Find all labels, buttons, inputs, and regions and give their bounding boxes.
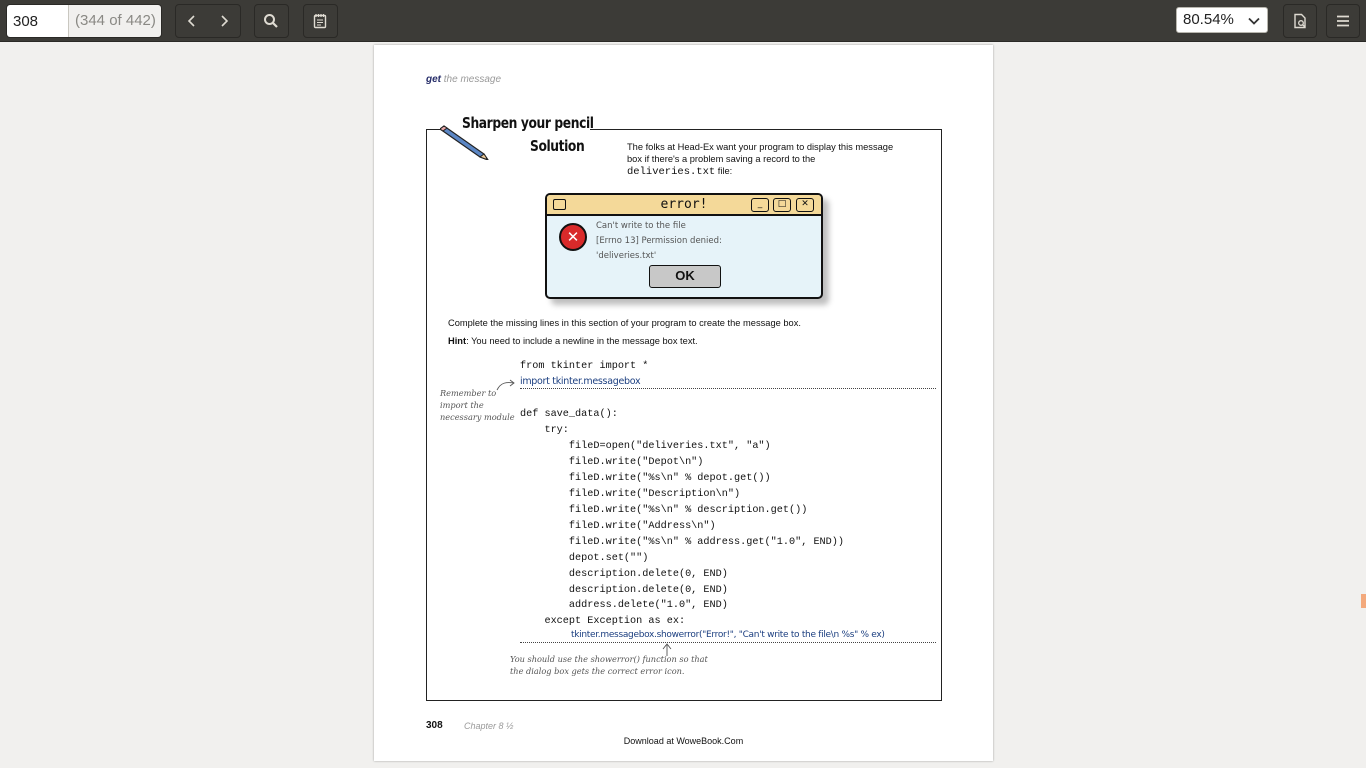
main-menu-button[interactable] <box>1327 5 1359 37</box>
maximize-icon: □ <box>773 198 791 212</box>
previous-page-button[interactable] <box>176 5 208 37</box>
hint-label: Hint <box>448 336 467 346</box>
code-line: from tkinter import * <box>520 361 649 372</box>
arrow-icon <box>496 379 515 391</box>
hint-text: Hint: You need to include a newline in t… <box>448 336 698 346</box>
running-head-bold: get <box>426 74 441 85</box>
import-note: Remember to import the necessary module <box>440 387 515 423</box>
hamburger-menu-icon <box>1337 15 1349 27</box>
zoom-value: 80.54% <box>1183 11 1234 28</box>
intro-sentence: The folks at Head-Ex want your program t… <box>627 142 894 164</box>
page-number-input[interactable] <box>7 5 68 37</box>
download-footer: Download at WoweBook.Com <box>623 736 744 746</box>
next-page-button[interactable] <box>208 5 240 37</box>
code-line: description.delete(0, END) <box>520 569 728 580</box>
main-menu-group <box>1326 4 1360 38</box>
page-selector: (344 of 442) <box>6 4 162 38</box>
chevron-left-icon <box>187 15 195 27</box>
annotations-button-group <box>303 4 338 38</box>
zoom-select[interactable]: 80.54% <box>1176 7 1268 33</box>
document-properties-group <box>1283 4 1317 38</box>
showerror-note: You should use the showerror() function … <box>510 653 708 677</box>
code-line: address.delete("1.0", END) <box>520 600 728 611</box>
code-line: depot.set("") <box>520 553 649 564</box>
page-navigation <box>175 4 241 38</box>
code-line: fileD.write("Address\n") <box>520 521 716 532</box>
code-line: fileD.write("%s\n" % address.get("1.0", … <box>520 537 845 548</box>
dialog-message-line: [Errno 13] Permission denied: <box>596 236 722 246</box>
document-properties-button[interactable] <box>1284 5 1316 37</box>
sharpen-title: Sharpen your pencil <box>462 114 594 132</box>
intro-suffix: file: <box>715 166 733 176</box>
running-head-text: the message <box>441 74 502 85</box>
sharpen-pencil-heading: Sharpen your pencil Solution <box>440 112 594 162</box>
code-line: fileD.write("Description\n") <box>520 489 741 500</box>
dialog-message-line: 'deliveries.txt' <box>596 251 657 261</box>
error-dialog-illustration: error! _ □ ✕ ✕ Can't write to the file [… <box>545 193 823 299</box>
annotations-icon <box>313 14 327 29</box>
handwritten-showerror: tkinter.messagebox.showerror("Error!", "… <box>571 630 885 640</box>
running-head: get the message <box>426 74 501 85</box>
code-line: def save_data(): <box>520 409 618 420</box>
page-folio: 308 <box>426 720 443 731</box>
chevron-right-icon <box>221 15 229 27</box>
note-line: the dialog box gets the correct error ic… <box>510 666 685 676</box>
dialog-message-line: Can't write to the file <box>596 221 686 231</box>
answer-line <box>520 388 936 389</box>
code-line: fileD=open("deliveries.txt", "a") <box>520 441 771 452</box>
minimize-icon: _ <box>751 198 769 212</box>
dialog-ok-button: OK <box>649 265 721 288</box>
toolbar: (344 of 442) 80.54% <box>0 0 1366 42</box>
search-icon <box>264 14 278 28</box>
search-button-group <box>254 4 289 38</box>
intro-filename: deliveries.txt <box>627 166 716 178</box>
answer-line <box>520 642 936 643</box>
document-page: get the message Sharpen your pencil Solu… <box>374 45 993 761</box>
handwritten-import: import tkinter.messagebox <box>520 376 641 387</box>
scroll-position-marker[interactable] <box>1361 594 1366 608</box>
code-line: description.delete(0, END) <box>520 585 728 596</box>
dialog-message: Can't write to the file [Errno 13] Permi… <box>596 219 806 264</box>
chevron-down-icon <box>1248 17 1260 25</box>
chapter-label: Chapter 8 ½ <box>464 721 514 731</box>
instruction-text: Complete the missing lines in this secti… <box>448 318 801 328</box>
note-line: import the <box>440 400 484 410</box>
code-line: except Exception as ex: <box>520 616 686 627</box>
document-properties-icon <box>1294 13 1306 29</box>
page-count-label: (344 of 442) <box>68 5 161 37</box>
note-line: You should use the showerror() function … <box>510 654 708 664</box>
error-icon: ✕ <box>559 223 587 251</box>
code-line: fileD.write("%s\n" % depot.get()) <box>520 473 771 484</box>
note-line: necessary module <box>440 412 515 422</box>
search-button[interactable] <box>255 5 287 37</box>
dialog-title-bar: error! _ □ ✕ <box>547 195 821 216</box>
code-line: fileD.write("%s\n" % description.get()) <box>520 505 808 516</box>
sharpen-subtitle: Solution <box>530 137 585 155</box>
close-icon: ✕ <box>796 198 814 212</box>
hint-body: : You need to include a newline in the m… <box>466 336 698 346</box>
intro-text: The folks at Head-Ex want your program t… <box>627 141 907 178</box>
code-line: try: <box>520 425 569 436</box>
annotations-button[interactable] <box>304 5 336 37</box>
code-line: fileD.write("Depot\n") <box>520 457 704 468</box>
